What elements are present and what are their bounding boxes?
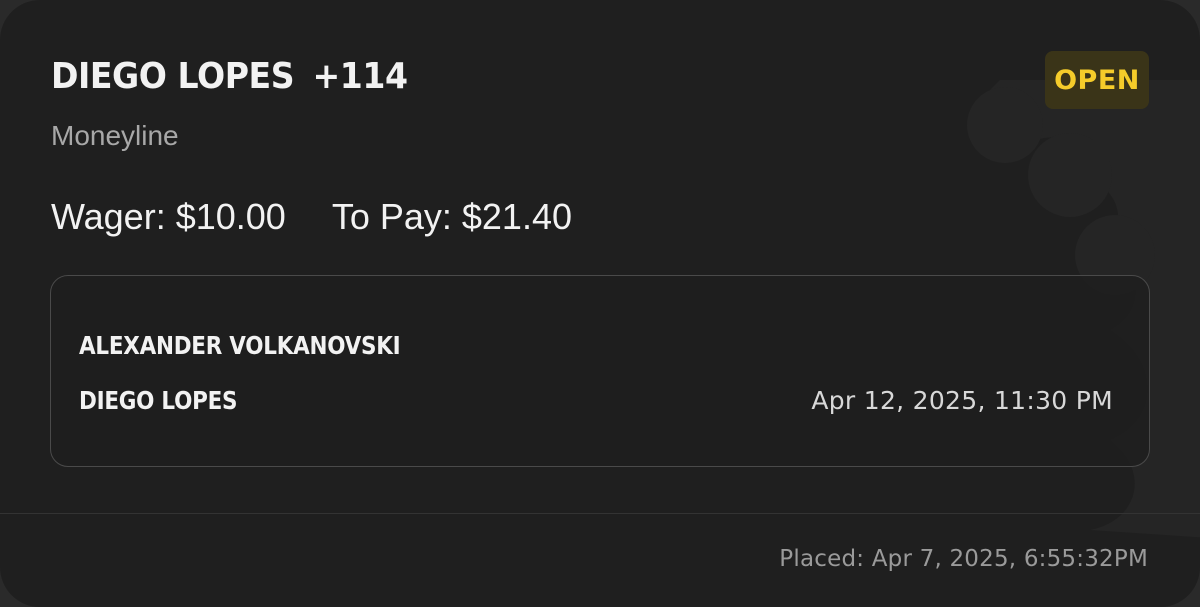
bet-type: Moneyline	[51, 120, 179, 151]
wager-amount: Wager: $10.00	[51, 196, 286, 237]
status-badge: OPEN	[1045, 51, 1149, 109]
placed-timestamp: Placed: Apr 7, 2025, 6:55:32PM	[779, 546, 1148, 572]
bet-title: DIEGO LOPES +114	[51, 56, 408, 97]
event-details[interactable]: ALEXANDER VOLKANOVSKI DIEGO LOPES Apr 12…	[50, 275, 1150, 467]
fighter-1-name: ALEXANDER VOLKANOVSKI	[79, 331, 401, 360]
footer-divider	[0, 513, 1200, 514]
selection-name: DIEGO LOPES	[51, 56, 295, 97]
bet-amounts: Wager: $10.00 To Pay: $21.40	[51, 196, 572, 238]
bet-card[interactable]: DIEGO LOPES +114 OPEN Moneyline Wager: $…	[0, 0, 1200, 607]
fighter-2-name: DIEGO LOPES	[79, 386, 238, 415]
to-pay-amount: To Pay: $21.40	[331, 196, 572, 237]
selection-odds: +114	[312, 56, 408, 97]
event-datetime: Apr 12, 2025, 11:30 PM	[811, 386, 1113, 415]
